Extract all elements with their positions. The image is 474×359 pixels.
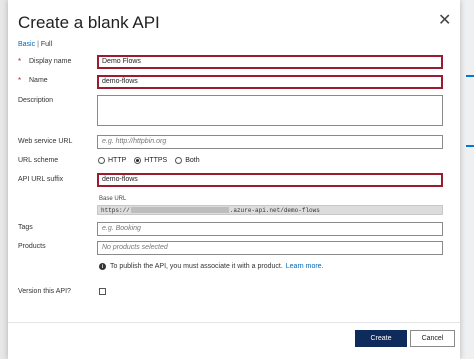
dialog-title: Create a blank API bbox=[18, 13, 160, 32]
left-background-panel bbox=[0, 0, 8, 359]
products-label: Products bbox=[18, 243, 46, 250]
full-view-link[interactable]: Full bbox=[41, 41, 52, 48]
learn-more-link[interactable]: Learn more. bbox=[286, 263, 324, 270]
radio-http-label: HTTP bbox=[108, 157, 127, 164]
required-marker: * bbox=[18, 76, 22, 85]
radio-https-label: HTTPS bbox=[144, 157, 168, 164]
basic-view-link[interactable]: Basic bbox=[18, 41, 35, 48]
radio-https[interactable]: HTTPS bbox=[134, 157, 167, 164]
radio-both[interactable]: Both bbox=[175, 157, 200, 164]
api-url-suffix-field[interactable]: demo-flows bbox=[97, 173, 443, 187]
web-service-url-label: Web service URL bbox=[18, 138, 73, 145]
create-api-dialog: Create a blank API ✕ Basic | Full * Disp… bbox=[8, 0, 460, 359]
footer-divider bbox=[8, 322, 460, 323]
create-button[interactable]: Create bbox=[355, 330, 407, 347]
tags-label: Tags bbox=[18, 224, 33, 231]
base-url-suffix: .azure-api.net/demo-flows bbox=[229, 206, 320, 214]
name-field[interactable]: demo-flows bbox=[97, 75, 443, 89]
web-service-url-field[interactable]: e.g. http://httpbin.org bbox=[97, 135, 443, 149]
display-name-field[interactable]: Demo Flows bbox=[97, 55, 443, 69]
description-label: Description bbox=[18, 97, 54, 104]
url-scheme-label: URL scheme bbox=[18, 157, 59, 164]
base-url-prefix: https:// bbox=[101, 206, 130, 214]
publish-info-text: To publish the API, you must associate i… bbox=[110, 263, 283, 270]
url-scheme-radio-group: HTTP HTTPS Both bbox=[98, 157, 208, 164]
version-api-checkbox[interactable] bbox=[99, 288, 106, 295]
radio-http[interactable]: HTTP bbox=[98, 157, 126, 164]
background-accent-mark bbox=[466, 75, 474, 77]
required-marker: * bbox=[18, 57, 22, 66]
radio-both-label: Both bbox=[185, 157, 200, 164]
display-name-label: Display name bbox=[29, 58, 72, 65]
right-background-panel bbox=[460, 0, 474, 359]
radio-button[interactable] bbox=[98, 157, 105, 164]
description-field[interactable] bbox=[97, 95, 443, 126]
base-url-readonly: https:// .azure-api.net/demo-flows bbox=[97, 205, 443, 215]
api-url-suffix-label: API URL suffix bbox=[18, 176, 64, 183]
close-icon[interactable]: ✕ bbox=[438, 10, 451, 30]
info-icon: i bbox=[99, 263, 106, 270]
redacted-block bbox=[130, 207, 229, 213]
publish-info: i To publish the API, you must associate… bbox=[99, 263, 324, 270]
cancel-button[interactable]: Cancel bbox=[410, 330, 455, 347]
radio-button-selected[interactable] bbox=[134, 157, 142, 164]
products-field[interactable]: No products selected bbox=[97, 241, 443, 255]
version-api-label: Version this API? bbox=[18, 288, 71, 295]
base-url-label: Base URL bbox=[99, 196, 127, 202]
background-accent-mark bbox=[466, 145, 474, 147]
view-link-separator: | bbox=[37, 41, 39, 48]
view-toggle: Basic | Full bbox=[18, 41, 52, 48]
name-label: Name bbox=[29, 77, 48, 84]
radio-button[interactable] bbox=[175, 157, 183, 164]
tags-field[interactable]: e.g. Booking bbox=[97, 222, 443, 236]
